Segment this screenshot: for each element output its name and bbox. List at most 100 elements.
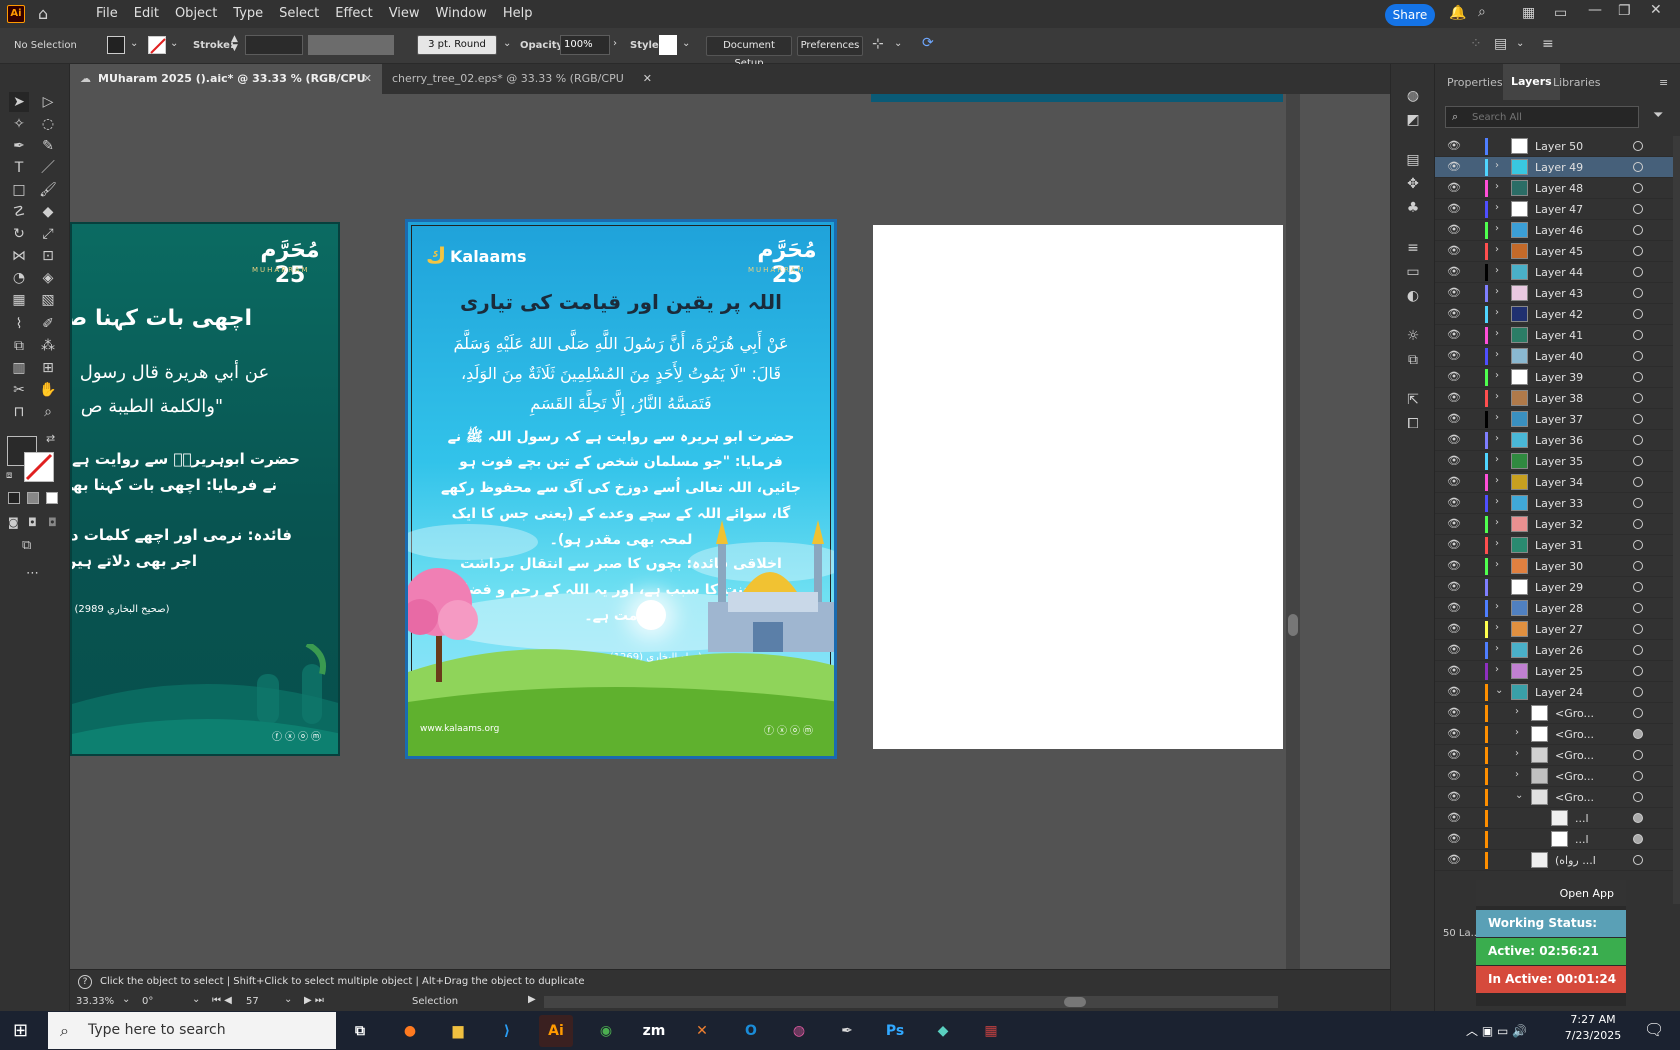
layer-row[interactable]: 👁 ⌄ <Gro... — [1435, 787, 1680, 808]
layer-row[interactable]: 👁 › Layer 32 — [1435, 514, 1680, 535]
visibility-eye-icon[interactable]: 👁 — [1447, 496, 1461, 509]
layer-row[interactable]: 👁 › Layer 48 — [1435, 178, 1680, 199]
width-tool-icon[interactable]: ⋈ — [9, 246, 29, 266]
notifications-icon[interactable]: 🗨 — [1644, 1020, 1664, 1039]
gradient-tool-icon[interactable]: ▧ — [38, 290, 58, 310]
visibility-eye-icon[interactable]: 👁 — [1447, 748, 1461, 761]
target-circle-icon[interactable] — [1633, 351, 1643, 361]
layer-row[interactable]: 👁 › <Gro... — [1435, 745, 1680, 766]
target-circle-icon[interactable] — [1633, 687, 1643, 697]
brush-dropdown-icon[interactable]: ⌄ — [503, 38, 511, 49]
layer-row[interactable]: 👁 › Layer 39 — [1435, 367, 1680, 388]
visibility-eye-icon[interactable]: 👁 — [1447, 181, 1461, 194]
close-window-icon[interactable]: ✕ — [1650, 2, 1662, 18]
winrar-icon[interactable]: ▦ — [974, 1015, 1008, 1047]
tab-muharram[interactable]: ☁ MUharam 2025 ().aic* @ 33.33 % (RGB/CP… — [70, 64, 382, 115]
tab-layers[interactable]: Layers — [1503, 64, 1560, 100]
rotation-dropdown-icon[interactable]: ⌄ — [192, 994, 200, 1005]
layer-row[interactable]: 👁 › Layer 44 — [1435, 262, 1680, 283]
layer-name[interactable]: Layer 27 — [1535, 623, 1583, 636]
layer-row[interactable]: 👁 › Layer 38 — [1435, 388, 1680, 409]
variable-width-profile[interactable] — [308, 35, 394, 55]
expand-layer-icon[interactable]: › — [1495, 412, 1499, 423]
expand-layer-icon[interactable]: › — [1495, 181, 1499, 192]
expand-layer-icon[interactable]: › — [1495, 538, 1499, 549]
minimize-icon[interactable]: — — [1588, 2, 1602, 18]
layer-name[interactable]: ...l — [1575, 812, 1589, 825]
target-circle-icon[interactable] — [1633, 771, 1643, 781]
color-guide-icon[interactable]: ◐ — [1403, 286, 1423, 306]
puppet-warp-icon[interactable]: ⟳ — [922, 35, 934, 51]
layer-name[interactable]: Layer 42 — [1535, 308, 1583, 321]
line-tool-icon[interactable]: ／ — [38, 158, 58, 178]
target-circle-icon[interactable] — [1633, 708, 1643, 718]
close-tab-icon[interactable]: ✕ — [363, 64, 372, 94]
visibility-eye-icon[interactable]: 👁 — [1447, 391, 1461, 404]
symbols-icon[interactable]: ♣ — [1403, 198, 1423, 218]
target-circle-icon[interactable] — [1633, 225, 1643, 235]
shaper-tool-icon[interactable]: ☡ — [9, 202, 29, 222]
swap-fill-stroke-icon[interactable]: ⇄ — [46, 432, 55, 445]
magic-wand-tool-icon[interactable]: ✧ — [9, 114, 29, 134]
layer-row[interactable]: 👁 › Layer 47 — [1435, 199, 1680, 220]
layer-name[interactable]: <Gro... — [1555, 728, 1594, 741]
expand-layer-icon[interactable]: › — [1495, 454, 1499, 465]
visibility-eye-icon[interactable]: 👁 — [1447, 643, 1461, 656]
stroke-color-box[interactable] — [24, 452, 54, 482]
menu-view[interactable]: View — [381, 6, 428, 21]
layer-row[interactable]: 👁 Layer 50 — [1435, 136, 1680, 157]
expand-layer-icon[interactable]: › — [1495, 328, 1499, 339]
target-circle-icon[interactable] — [1633, 183, 1643, 193]
task-view-icon[interactable]: ⧉ — [343, 1015, 377, 1047]
target-circle-icon[interactable] — [1633, 855, 1643, 865]
stroke-dropdown-icon[interactable]: ⌄ — [170, 38, 178, 49]
menu-edit[interactable]: Edit — [126, 6, 167, 21]
tab-properties[interactable]: Properties — [1447, 76, 1503, 89]
visibility-eye-icon[interactable]: 👁 — [1447, 685, 1461, 698]
visibility-eye-icon[interactable]: 👁 — [1447, 223, 1461, 236]
visibility-eye-icon[interactable]: 👁 — [1447, 286, 1461, 299]
layer-row[interactable]: 👁 › Layer 46 — [1435, 220, 1680, 241]
artboard-sky[interactable]: ﻙ Kalaams مُحَرَّم 25 MUHARRAM اللہ پر ی… — [405, 219, 837, 759]
layer-name[interactable]: <Gro... — [1555, 791, 1594, 804]
expand-layer-icon[interactable]: › — [1495, 223, 1499, 234]
horizontal-scrollbar[interactable] — [544, 996, 1278, 1008]
default-colors-icon[interactable]: ⧈ — [6, 470, 12, 481]
align-dropdown-icon[interactable]: ⌄ — [894, 38, 902, 49]
panel-layout-icon[interactable]: ▤ — [1494, 36, 1507, 52]
layer-name[interactable]: Layer 44 — [1535, 266, 1583, 279]
visibility-eye-icon[interactable]: 👁 — [1447, 790, 1461, 803]
target-circle-icon[interactable] — [1633, 162, 1643, 172]
system-tray-icons[interactable]: ︿ ▣ ▭ 🔊 — [1466, 1022, 1527, 1039]
shape-builder-tool-icon[interactable]: ◔ — [9, 268, 29, 288]
illustrator-taskbar-icon[interactable]: Ai — [539, 1015, 573, 1047]
visibility-eye-icon[interactable]: 👁 — [1447, 265, 1461, 278]
layer-name[interactable]: Layer 48 — [1535, 182, 1583, 195]
expand-layer-icon[interactable]: › — [1495, 664, 1499, 675]
layer-row[interactable]: 👁 › Layer 41 — [1435, 325, 1680, 346]
target-circle-icon[interactable] — [1633, 204, 1643, 214]
style-swatch[interactable] — [659, 35, 677, 55]
layer-row[interactable]: 👁 › Layer 31 — [1435, 535, 1680, 556]
scale-tool-icon[interactable]: ⤢ — [38, 224, 58, 244]
layer-name[interactable]: Layer 25 — [1535, 665, 1583, 678]
help-icon[interactable]: ? — [78, 975, 92, 989]
layer-row[interactable]: 👁 › Layer 33 — [1435, 493, 1680, 514]
menu-window[interactable]: Window — [428, 6, 495, 21]
layer-name[interactable]: Layer 50 — [1535, 140, 1583, 153]
visibility-eye-icon[interactable]: 👁 — [1447, 727, 1461, 740]
expand-layer-icon[interactable]: › — [1495, 307, 1499, 318]
brushes-icon[interactable]: ✥ — [1403, 174, 1423, 194]
target-circle-icon[interactable] — [1633, 645, 1643, 655]
eraser-tool-icon[interactable]: ◆ — [38, 202, 58, 222]
visibility-eye-icon[interactable]: 👁 — [1447, 202, 1461, 215]
visibility-eye-icon[interactable]: 👁 — [1447, 538, 1461, 551]
layer-row[interactable]: 👁 › Layer 37 — [1435, 409, 1680, 430]
layer-row[interactable]: 👁 › Layer 27 — [1435, 619, 1680, 640]
app-icon[interactable]: ◆ — [926, 1015, 960, 1047]
expand-layer-icon[interactable]: › — [1495, 433, 1499, 444]
expand-layer-icon[interactable]: › — [1495, 601, 1499, 612]
expand-layer-icon[interactable]: › — [1515, 769, 1519, 780]
zoom-app-icon[interactable]: zm — [637, 1015, 671, 1047]
first-artboard-icon[interactable]: ⏮ ◀ — [212, 995, 232, 1006]
